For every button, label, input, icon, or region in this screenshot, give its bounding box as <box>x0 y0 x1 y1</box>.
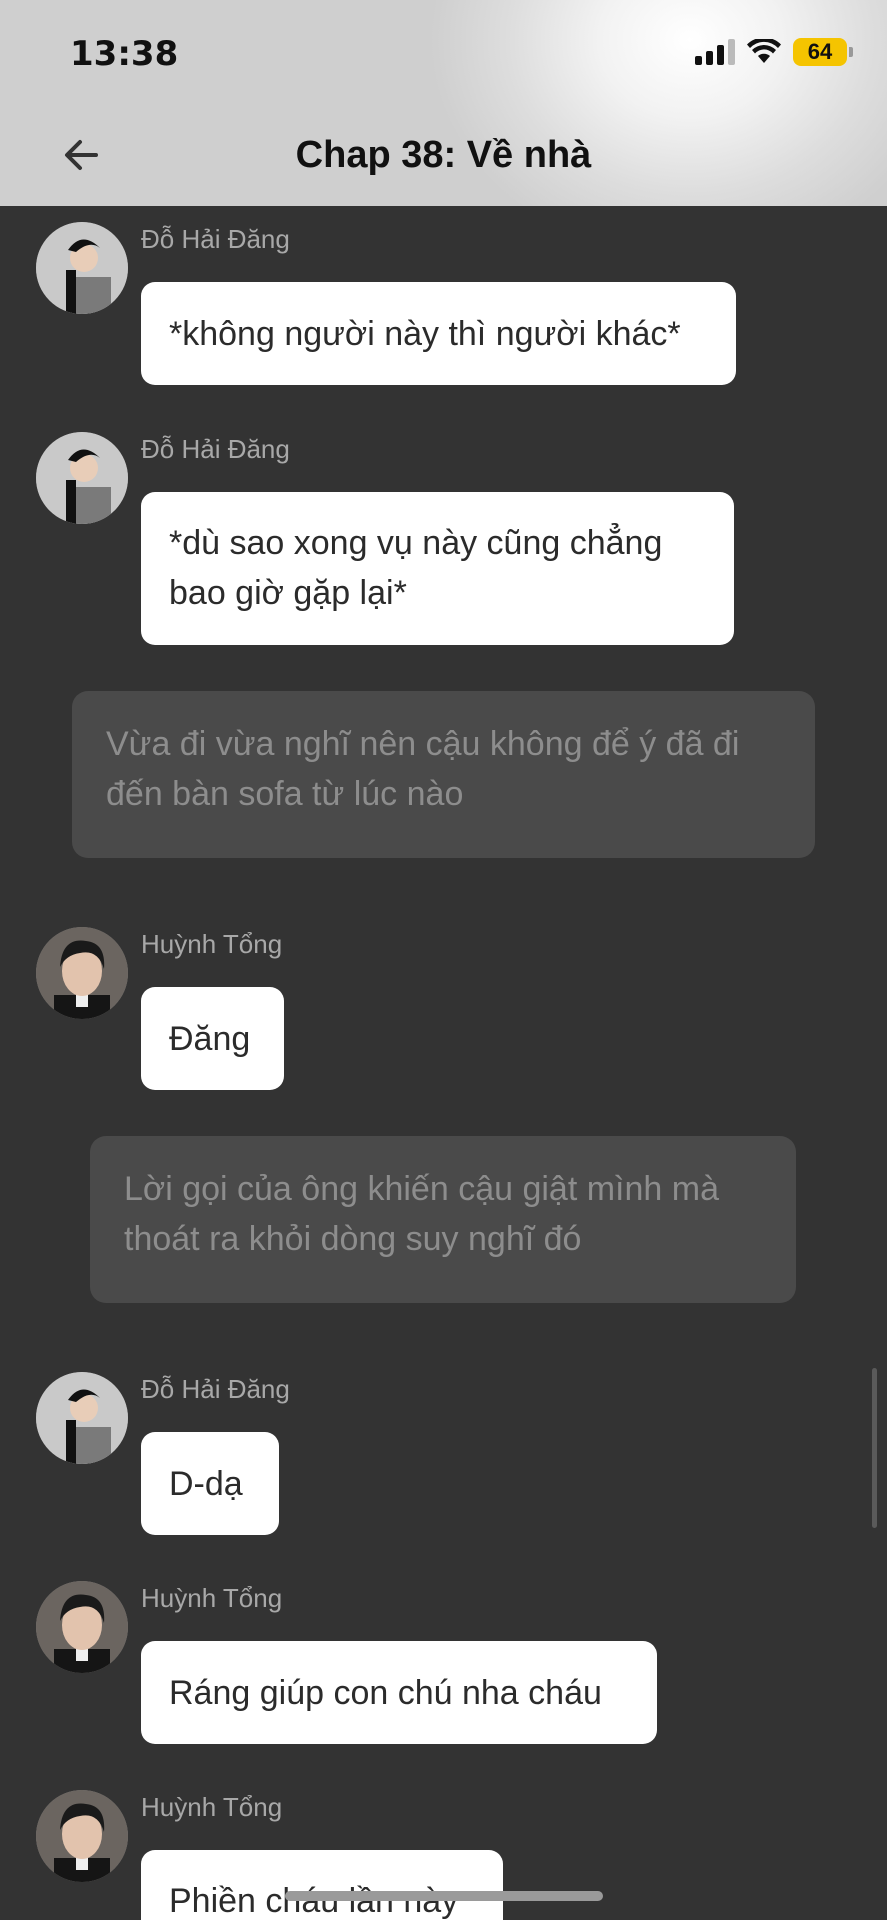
sender-name: Huỳnh Tổng <box>141 929 283 959</box>
narration-text-line: thoát ra khỏi dòng suy nghĩ đó <box>124 1220 582 1258</box>
message-text-line: *dù sao xong vụ này cũng chẳng <box>169 524 663 562</box>
page-title: Chap 38: Về nhà <box>295 134 592 176</box>
avatar-do-hai-dang[interactable] <box>36 432 128 524</box>
status-icons: 64 <box>695 38 853 66</box>
header: 13:38 64 Chap 38: Về nhà <box>0 0 887 206</box>
avatar-image <box>36 1790 128 1882</box>
avatar-huynh-tong[interactable] <box>36 1581 128 1673</box>
avatar-image <box>36 1372 128 1464</box>
sender-name: Huỳnh Tổng <box>141 1792 283 1822</box>
sender-name: Đỗ Hải Đăng <box>141 224 290 254</box>
avatar-image <box>36 432 128 524</box>
message-text: D-dạ <box>169 1464 243 1503</box>
avatar-do-hai-dang[interactable] <box>36 222 128 314</box>
avatar-huynh-tong[interactable] <box>36 927 128 1019</box>
avatar-image <box>36 927 128 1019</box>
message-bubble[interactable]: Ráng giúp con chú nha cháu <box>141 1641 657 1744</box>
narration-text-line: Lời gọi của ông khiến cậu giật mình mà <box>124 1170 719 1208</box>
narration-box: Lời gọi của ông khiến cậu giật mình mà t… <box>90 1136 796 1303</box>
cellular-signal-icon <box>695 39 735 65</box>
sender-name: Huỳnh Tổng <box>141 1583 283 1613</box>
wifi-icon <box>747 39 781 63</box>
avatar-do-hai-dang[interactable] <box>36 1372 128 1464</box>
narration-text-line: Vừa đi vừa nghĩ nên cậu không để ý đã đi <box>106 725 740 763</box>
status-time: 13:38 <box>70 34 179 74</box>
message-bubble[interactable]: Đăng <box>141 987 284 1090</box>
narration-box: Vừa đi vừa nghĩ nên cậu không để ý đã đi… <box>72 691 815 858</box>
avatar-image <box>36 1581 128 1673</box>
scrollbar[interactable] <box>872 1368 877 1528</box>
home-indicator[interactable] <box>285 1891 603 1901</box>
chat-list[interactable]: Đỗ Hải Đăng *không người này thì người k… <box>0 206 887 1920</box>
message-bubble[interactable]: Phiền cháu lần này <box>141 1850 503 1920</box>
battery-icon: 64 <box>793 38 853 66</box>
message-text: Đăng <box>169 1019 251 1058</box>
sender-name: Đỗ Hải Đăng <box>141 434 290 464</box>
avatar-image <box>36 222 128 314</box>
sender-name: Đỗ Hải Đăng <box>141 1374 290 1404</box>
message-bubble[interactable]: *không người này thì người khác* <box>141 282 736 385</box>
avatar-huynh-tong[interactable] <box>36 1790 128 1882</box>
message-text-line: bao giờ gặp lại* <box>169 574 407 612</box>
message-bubble[interactable]: *dù sao xong vụ này cũng chẳng bao giờ g… <box>141 492 734 645</box>
chat-screen: 13:38 64 Chap 38: Về nhà Đỗ Hải Đăng *kh… <box>0 0 887 1920</box>
narration-text-line: đến bàn sofa từ lúc nào <box>106 775 464 813</box>
message-text: *không người này thì người khác* <box>169 314 681 353</box>
message-text: Ráng giúp con chú nha cháu <box>169 1673 602 1712</box>
message-bubble[interactable]: D-dạ <box>141 1432 279 1535</box>
